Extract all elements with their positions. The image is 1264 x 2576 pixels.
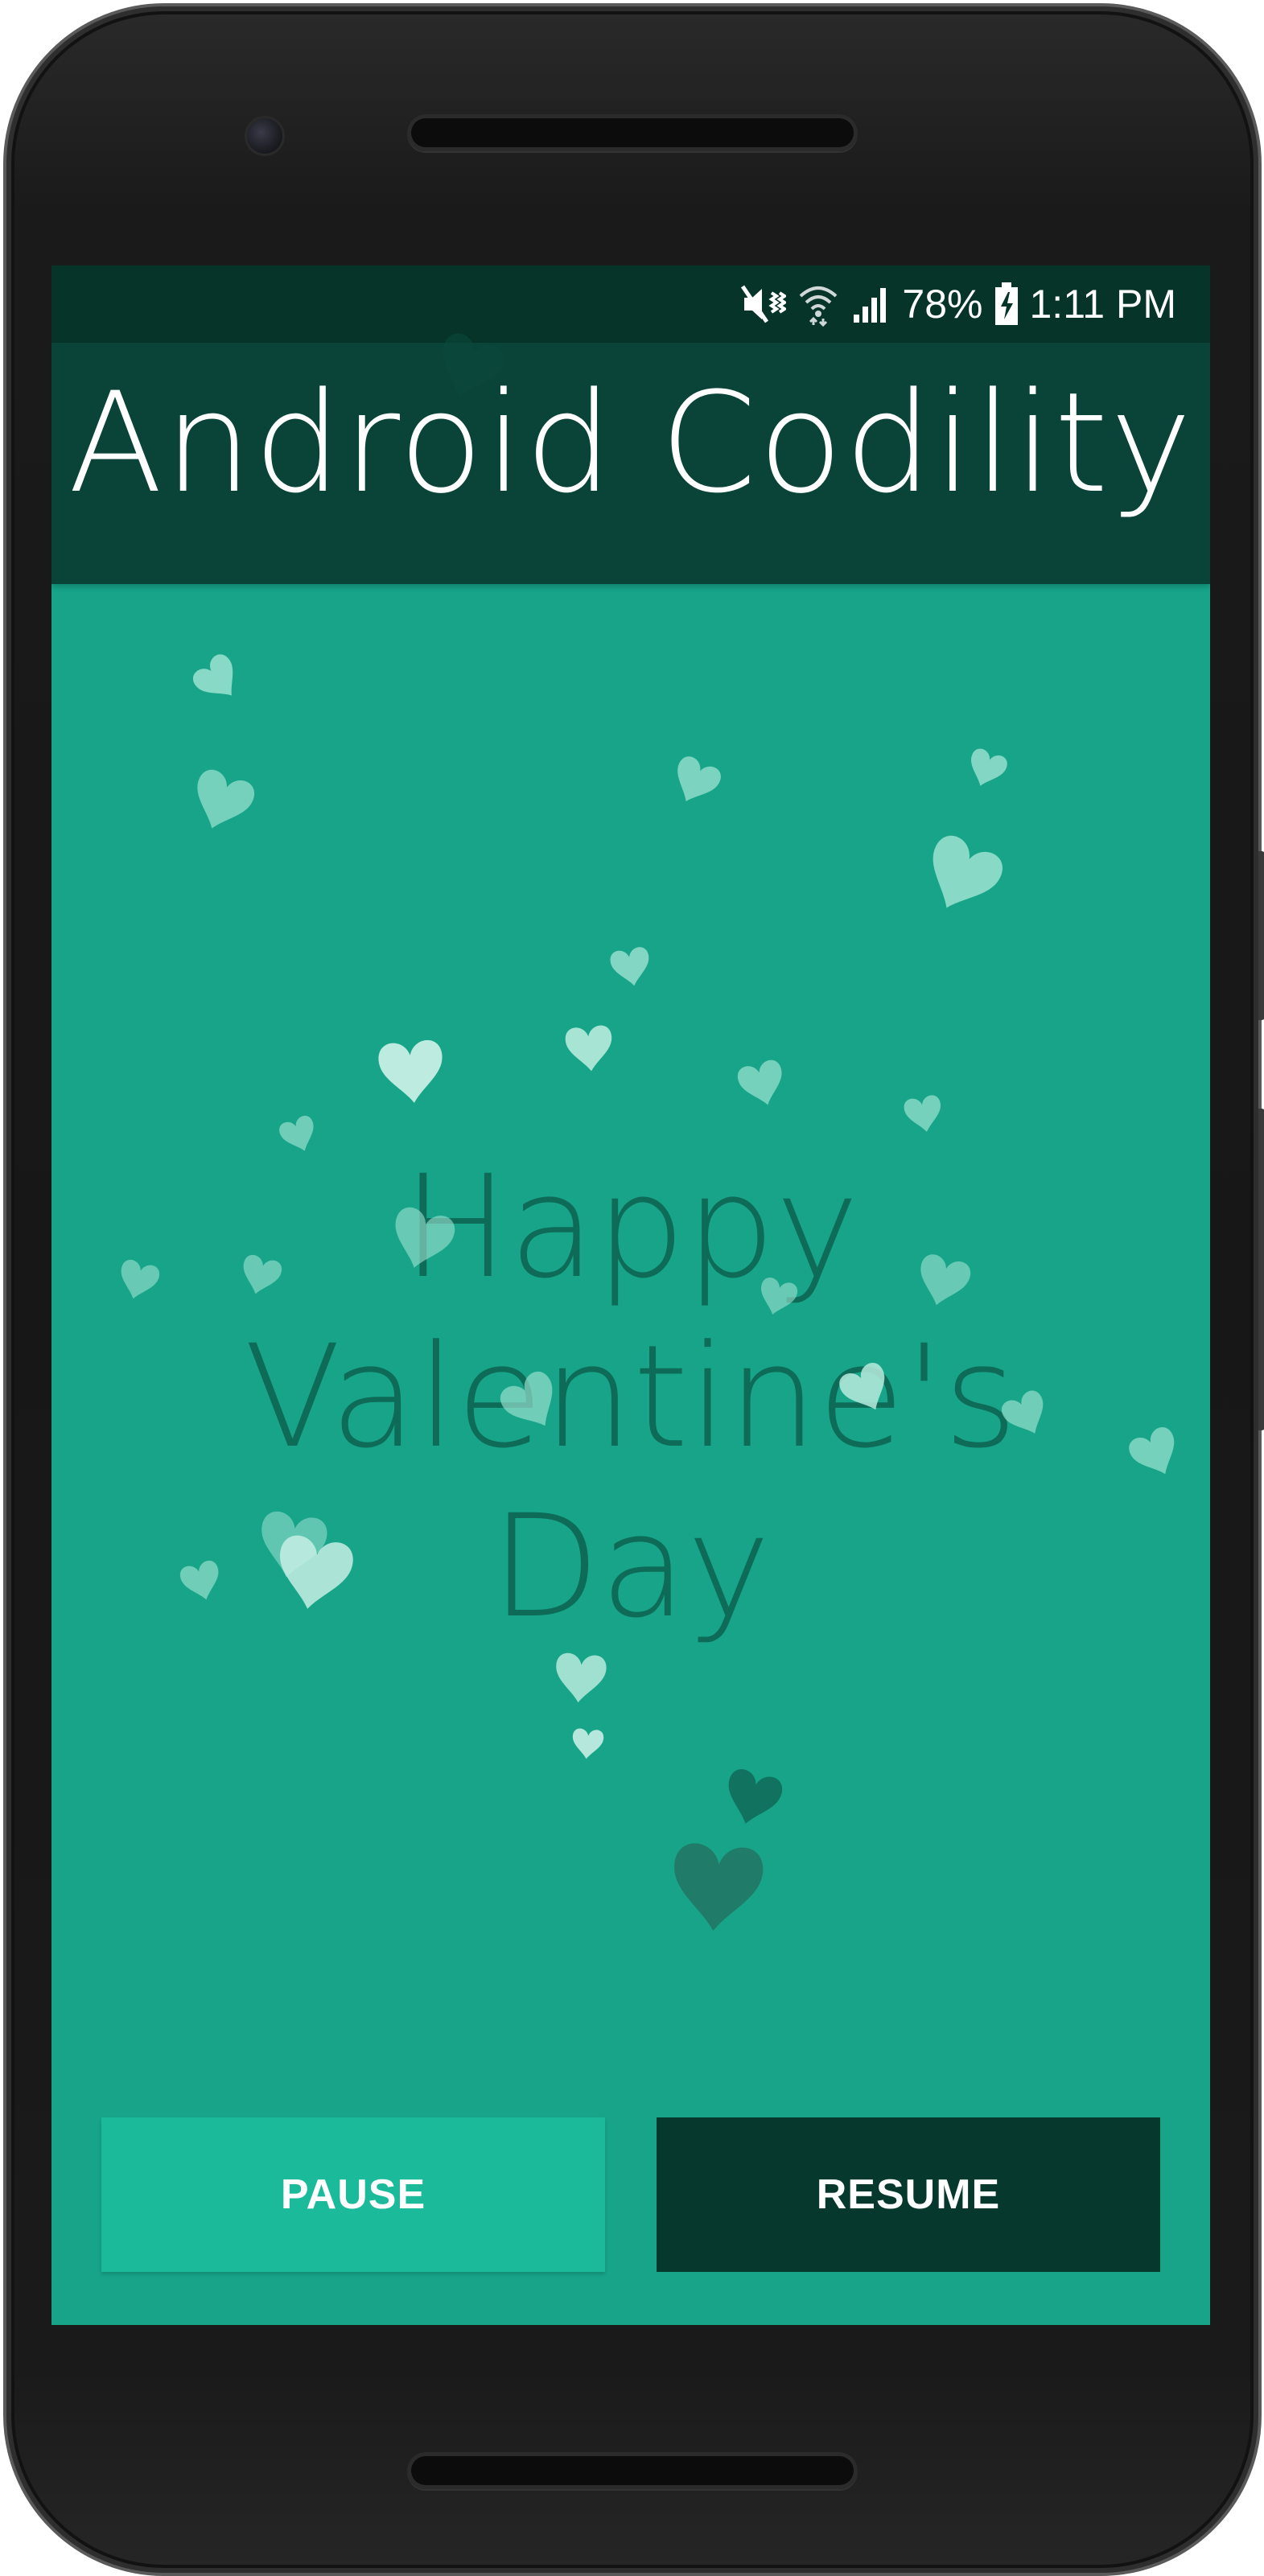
signal-icon xyxy=(850,284,891,324)
heart-icon xyxy=(377,1039,447,1106)
greeting-line: Happy Valentine's xyxy=(244,1145,1018,1480)
heart-icon xyxy=(719,1766,785,1831)
bottom-speaker xyxy=(407,2452,858,2489)
heart-icon xyxy=(553,1652,607,1705)
app-title: Android Codility xyxy=(68,362,1194,524)
heart-icon xyxy=(735,1057,789,1111)
battery-percent: 78% xyxy=(902,282,983,327)
heart-icon xyxy=(669,1841,765,1935)
heart-icon xyxy=(189,650,249,710)
status-bar: 78% 1:11 PM xyxy=(51,265,1210,343)
earpiece-speaker xyxy=(407,114,858,151)
heart-icon xyxy=(902,1093,945,1135)
heart-icon xyxy=(564,1024,615,1073)
heart-icon xyxy=(665,753,725,811)
greeting-line: Day xyxy=(491,1484,771,1650)
battery-charging-icon xyxy=(994,282,1019,326)
wifi-icon xyxy=(797,282,839,327)
heart-icon xyxy=(962,746,1010,792)
heart-icon xyxy=(570,1727,605,1760)
resume-button[interactable]: RESUME xyxy=(657,2117,1160,2272)
screen: 78% 1:11 PM Android Codility Happy Valen… xyxy=(51,265,1210,2325)
app-bar: Android Codility xyxy=(51,343,1210,584)
power-button xyxy=(1258,851,1264,1020)
pause-button[interactable]: PAUSE xyxy=(101,2117,605,2272)
heart-icon xyxy=(184,766,258,838)
heart-icon xyxy=(608,945,653,990)
front-camera xyxy=(245,116,285,156)
clock: 1:11 PM xyxy=(1029,282,1177,327)
status-icons: 78% 1:11 PM xyxy=(739,277,1176,331)
volume-button xyxy=(1258,1109,1264,1430)
heart-icon xyxy=(914,830,1008,924)
valentine-greeting: Happy Valentine's Day xyxy=(51,1142,1210,1652)
mute-vibrate-icon xyxy=(739,282,787,327)
